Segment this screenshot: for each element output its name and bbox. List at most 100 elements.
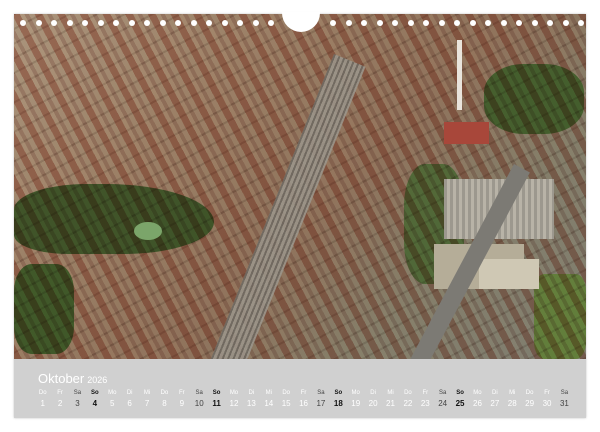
weekday-label: So: [212, 390, 221, 396]
day-cell: Fr 30: [538, 389, 555, 413]
day-cell: Fr 9: [173, 389, 190, 413]
binding-hole: [578, 20, 584, 26]
day-number: 25: [455, 399, 465, 408]
day-number: 24: [438, 399, 448, 408]
weekday-label: Do: [404, 390, 412, 396]
binding-hole: [175, 20, 181, 26]
day-cell: Mo 26: [469, 389, 486, 413]
binding-hole: [66, 20, 73, 26]
day-number: 21: [386, 399, 395, 408]
binding-hole: [531, 20, 538, 26]
day-number: 10: [194, 399, 204, 408]
day-cell: Di 6: [121, 389, 138, 413]
binding-hole: [113, 20, 119, 26]
day-number: 17: [316, 399, 326, 408]
day-cell: Mo 12: [225, 389, 242, 413]
day-number: 16: [299, 399, 308, 408]
binding-hole: [345, 20, 352, 26]
binding-hole: [237, 20, 243, 26]
binding-hole: [35, 20, 42, 26]
day-cell: So 11: [208, 389, 225, 413]
binding-hole: [361, 20, 367, 26]
weekday-label: Mo: [351, 390, 360, 396]
weekday-label: Sa: [317, 390, 325, 396]
day-cell: Mo 5: [104, 389, 121, 413]
weekday-label: So: [456, 390, 464, 396]
weekday-label: Di: [248, 390, 255, 396]
binding-hole: [423, 20, 429, 26]
binding-hole: [128, 20, 135, 26]
weekday-label: Fr: [544, 390, 550, 396]
binding-hole: [20, 20, 26, 26]
binding-hole: [547, 20, 553, 26]
day-cell: Fr 16: [295, 389, 312, 413]
day-number: 13: [246, 399, 256, 408]
parking-lot: [479, 259, 539, 289]
day-cell: Do 1: [34, 389, 51, 413]
weekday-label: Mo: [108, 390, 117, 396]
day-cell: Mi 21: [382, 389, 399, 413]
day-number: 20: [368, 399, 378, 408]
day-number: 30: [542, 399, 552, 408]
binding-hole: [562, 20, 569, 26]
binding-hole: [438, 20, 445, 26]
day-cell: Di 27: [486, 389, 503, 413]
day-number: 4: [92, 399, 98, 408]
day-cell: Sa 31: [556, 389, 573, 413]
day-number: 23: [420, 399, 430, 408]
binding-hole: [97, 20, 104, 26]
day-cell: Mi 14: [260, 389, 277, 413]
day-number: 12: [229, 399, 239, 408]
day-cell: Do 15: [277, 389, 294, 413]
day-number: 3: [75, 399, 80, 408]
green-dome: [134, 222, 162, 240]
weekday-label: Do: [282, 390, 290, 396]
binding-hole: [407, 20, 414, 26]
year-label: 2026: [87, 375, 108, 385]
day-number: 7: [144, 399, 150, 408]
weekday-label: Mi: [509, 390, 516, 396]
weekday-label: Mo: [229, 390, 239, 396]
day-cell: Mi 28: [504, 389, 521, 413]
weekday-label: Do: [525, 390, 534, 396]
binding-hole: [516, 20, 522, 26]
day-cell: Do 8: [156, 389, 173, 413]
weekday-label: Di: [370, 390, 376, 396]
binding-hole: [190, 20, 197, 26]
weekday-label: Sa: [195, 390, 203, 396]
day-cell: So 25: [451, 389, 468, 413]
day-row: Do 1 Fr 2 Sa 3 So 4 Mo 5 Di 6 Mi 7 Do 8 Fr 9 Sa 10 So 11 Mo 12 D…: [34, 389, 574, 413]
day-cell: Di 13: [243, 389, 260, 413]
day-number: 22: [403, 399, 413, 408]
day-number: 27: [490, 399, 500, 408]
binding-hole: [392, 20, 398, 26]
weekday-label: So: [334, 390, 343, 396]
binding-hole: [206, 20, 212, 26]
weekday-label: Di: [126, 390, 133, 396]
weekday-label: Sa: [73, 390, 82, 396]
day-number: 18: [333, 399, 343, 408]
day-number: 19: [351, 399, 361, 408]
day-cell: Di 20: [364, 389, 381, 413]
day-number: 6: [127, 399, 132, 408]
weekday-label: Fr: [422, 390, 429, 396]
day-number: 31: [559, 399, 569, 408]
weekday-label: So: [91, 390, 99, 396]
binding-hole: [221, 20, 228, 26]
day-number: 14: [264, 399, 274, 408]
day-cell: Sa 24: [434, 389, 451, 413]
day-cell: Do 29: [521, 389, 538, 413]
spiral-binding: [14, 12, 586, 32]
day-cell: Mi 7: [138, 389, 155, 413]
binding-hole: [376, 20, 383, 26]
binding-hole: [500, 20, 507, 26]
binding-hole: [252, 20, 259, 26]
day-cell: Fr 2: [51, 389, 68, 413]
binding-hole: [159, 20, 166, 26]
day-number: 26: [473, 399, 482, 408]
binding-hole: [485, 20, 491, 26]
weekday-label: Do: [38, 390, 47, 396]
day-cell: Sa 10: [191, 389, 208, 413]
binding-hole: [454, 20, 460, 26]
weekday-label: Fr: [57, 390, 63, 396]
